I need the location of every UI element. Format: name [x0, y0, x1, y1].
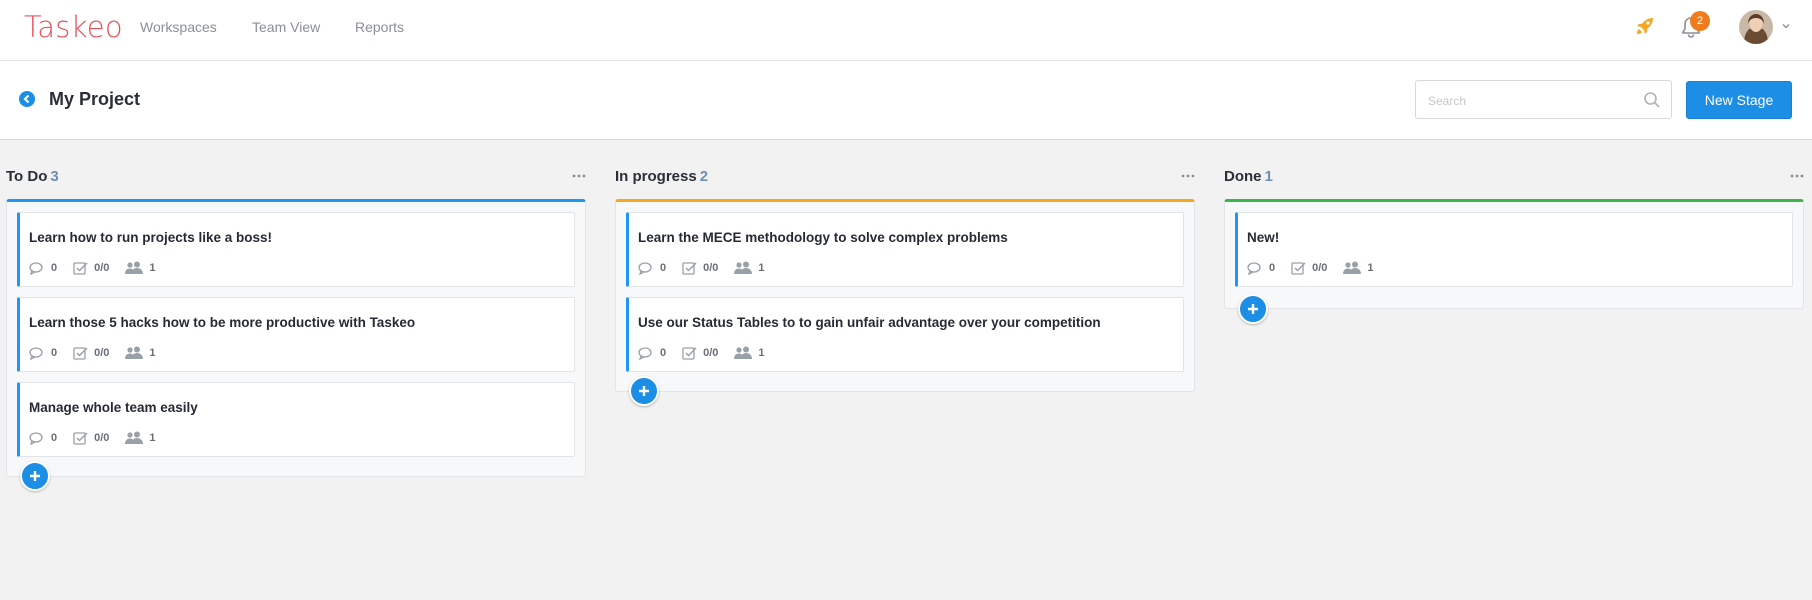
task-card[interactable]: Learn the MECE methodology to solve comp…	[626, 212, 1184, 287]
task-card[interactable]: New! 0 0/0 1	[1235, 212, 1793, 287]
task-meta: 0 0/0 1	[29, 261, 172, 275]
task-title: New!	[1247, 230, 1280, 245]
column-body: New! 0 0/0 1	[1224, 199, 1804, 309]
task-title: Learn how to run projects like a boss!	[29, 230, 273, 245]
member-count: 1	[1367, 262, 1374, 274]
members-icon	[125, 261, 144, 274]
more-options-icon[interactable]	[572, 172, 586, 180]
column-count: 1	[1264, 168, 1273, 185]
column-count: 2	[699, 168, 709, 185]
checklist-count: 0/0	[1312, 262, 1328, 274]
comment-count: 0	[660, 347, 667, 359]
member-count: 1	[149, 262, 156, 274]
task-title: Learn the MECE methodology to solve comp…	[638, 230, 1008, 245]
checklist-count: 0/0	[703, 347, 719, 359]
checklist-icon	[73, 347, 88, 360]
task-meta: 0 0/0 1	[1247, 261, 1390, 275]
search-input[interactable]	[1428, 91, 1628, 111]
logo[interactable]: Taskeo	[24, 10, 123, 44]
nav-link-team-view[interactable]: Team View	[252, 19, 320, 35]
task-card[interactable]: Use our Status Tables to to gain unfair …	[626, 297, 1184, 372]
page-title: My Project	[49, 89, 141, 109]
task-title: Manage whole team easily	[29, 400, 198, 415]
column-count: 3	[50, 168, 59, 185]
task-card[interactable]: Learn how to run projects like a boss! 0…	[17, 212, 575, 287]
task-title: Learn those 5 hacks how to be more produ…	[29, 315, 416, 330]
user-avatar[interactable]	[1739, 10, 1773, 44]
comments-icon	[29, 346, 43, 360]
member-count: 1	[149, 347, 156, 359]
checklist-icon	[73, 432, 88, 445]
column-title: In progress 2	[615, 168, 709, 185]
task-meta: 0 0/0 1	[638, 346, 781, 360]
nav-link-reports[interactable]: Reports	[355, 19, 404, 35]
member-count: 1	[758, 262, 765, 274]
checklist-count: 0/0	[703, 262, 719, 274]
members-icon	[1343, 261, 1362, 274]
task-card[interactable]: Manage whole team easily 0 0/0 1	[17, 382, 575, 457]
comments-icon	[638, 261, 652, 275]
more-options-icon[interactable]	[1181, 172, 1195, 180]
column-body: Learn how to run projects like a boss! 0…	[6, 199, 586, 477]
comment-count: 0	[51, 262, 58, 274]
comments-icon	[29, 261, 43, 275]
task-meta: 0 0/0 1	[29, 346, 172, 360]
member-count: 1	[758, 347, 765, 359]
add-task-button[interactable]	[20, 461, 50, 491]
column-title: Done 1	[1224, 168, 1273, 185]
members-icon	[734, 346, 753, 359]
checklist-count: 0/0	[94, 262, 110, 274]
back-arrow-icon[interactable]	[19, 91, 35, 107]
project-header: My Project New Stage	[0, 61, 1812, 140]
comment-count: 0	[51, 347, 58, 359]
comments-icon	[638, 346, 652, 360]
checklist-count: 0/0	[94, 347, 110, 359]
comment-count: 0	[1269, 262, 1276, 274]
add-task-button[interactable]	[629, 376, 659, 406]
search-box[interactable]	[1415, 80, 1672, 119]
task-meta: 0 0/0 1	[29, 431, 172, 445]
checklist-icon	[73, 262, 88, 275]
comment-count: 0	[660, 262, 667, 274]
notification-badge: 2	[1690, 11, 1710, 31]
top-navbar: Taskeo Workspaces Team View Reports 2	[0, 0, 1812, 61]
comments-icon	[1247, 261, 1261, 275]
task-card[interactable]: Learn those 5 hacks how to be more produ…	[17, 297, 575, 372]
more-options-icon[interactable]	[1790, 172, 1804, 180]
column-title: To Do 3	[6, 168, 59, 185]
comments-icon	[29, 431, 43, 445]
nav-link-workspaces[interactable]: Workspaces	[140, 19, 217, 35]
plus-icon	[639, 386, 649, 396]
members-icon	[734, 261, 753, 274]
members-icon	[125, 431, 144, 444]
search-icon[interactable]	[1643, 91, 1661, 109]
plus-icon	[1248, 304, 1258, 314]
column-body: Learn the MECE methodology to solve comp…	[615, 199, 1195, 392]
chevron-down-icon[interactable]	[1780, 20, 1792, 32]
plus-icon	[30, 471, 40, 481]
rocket-icon[interactable]	[1633, 14, 1657, 38]
comment-count: 0	[51, 432, 58, 444]
add-task-button[interactable]	[1238, 294, 1268, 324]
member-count: 1	[149, 432, 156, 444]
new-stage-button[interactable]: New Stage	[1686, 81, 1792, 119]
checklist-icon	[682, 347, 697, 360]
task-meta: 0 0/0 1	[638, 261, 781, 275]
task-title: Use our Status Tables to to gain unfair …	[638, 315, 1101, 330]
members-icon	[125, 346, 144, 359]
checklist-icon	[682, 262, 697, 275]
checklist-icon	[1291, 262, 1306, 275]
checklist-count: 0/0	[94, 432, 110, 444]
